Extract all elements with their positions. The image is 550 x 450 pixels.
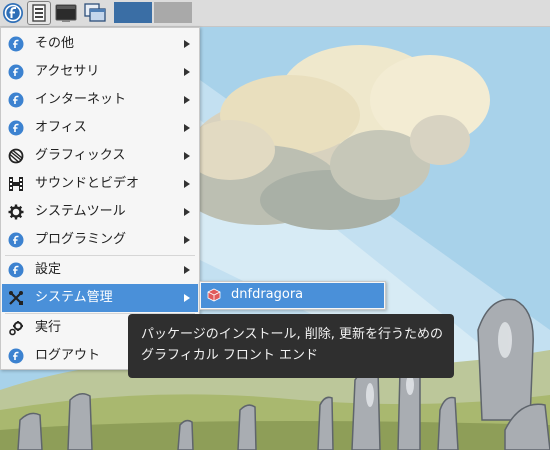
fedora-icon bbox=[8, 232, 24, 248]
fedora-icon bbox=[8, 36, 24, 52]
chevron-right-icon bbox=[184, 96, 190, 104]
film-strip-icon bbox=[8, 176, 24, 192]
workspace-1[interactable] bbox=[114, 2, 152, 23]
menu-item-label: その他 bbox=[35, 36, 75, 51]
run-gears-icon bbox=[8, 320, 24, 336]
submenu-item-dnfdragora[interactable]: dnfdragora bbox=[201, 283, 384, 308]
menu-item-other[interactable]: その他 bbox=[2, 30, 198, 58]
fedora-start-menu-icon[interactable] bbox=[1, 1, 25, 25]
fedora-icon bbox=[8, 348, 24, 364]
tooltip: パッケージのインストール, 削除, 更新を行うための グラフィカル フロント エ… bbox=[128, 314, 454, 378]
chevron-right-icon bbox=[184, 40, 190, 48]
show-desktop-icon[interactable] bbox=[83, 1, 107, 25]
menu-item-label: サウンドとビデオ bbox=[35, 176, 140, 191]
menu-item-graphics[interactable]: グラフィックス bbox=[2, 142, 198, 170]
gear-icon bbox=[8, 204, 24, 220]
chevron-right-icon bbox=[184, 294, 190, 302]
menu-item-settings[interactable]: 設定 bbox=[2, 256, 198, 284]
fedora-icon bbox=[8, 120, 24, 136]
menu-item-label: グラフィックス bbox=[35, 148, 126, 163]
menu-item-system-tools[interactable]: システムツール bbox=[2, 198, 198, 226]
menu-item-administration[interactable]: システム管理 bbox=[2, 284, 198, 312]
menu-item-label: 実行 bbox=[35, 320, 62, 335]
menu-item-accessories[interactable]: アクセサリ bbox=[2, 58, 198, 86]
chevron-right-icon bbox=[184, 236, 190, 244]
top-panel bbox=[0, 0, 550, 27]
tooltip-line-1: パッケージのインストール, 削除, 更新を行うための bbox=[141, 327, 444, 342]
tools-icon bbox=[8, 290, 24, 306]
menu-item-label: インターネット bbox=[35, 92, 127, 107]
chevron-right-icon bbox=[184, 180, 190, 188]
fedora-icon bbox=[8, 64, 24, 80]
menu-item-sound-video[interactable]: サウンドとビデオ bbox=[2, 170, 198, 198]
terminal-icon[interactable] bbox=[54, 1, 78, 25]
chevron-right-icon bbox=[184, 68, 190, 76]
submenu-item-label: dnfdragora bbox=[231, 287, 304, 302]
menu-item-label: 設定 bbox=[35, 262, 62, 277]
package-cube-icon bbox=[207, 288, 221, 302]
file-manager-icon[interactable] bbox=[27, 1, 51, 25]
menu-item-label: システムツール bbox=[35, 204, 126, 219]
administration-submenu: dnfdragora bbox=[199, 281, 386, 310]
chevron-right-icon bbox=[184, 152, 190, 160]
graphics-palette-icon bbox=[8, 148, 24, 164]
menu-item-label: アクセサリ bbox=[35, 64, 100, 79]
menu-item-label: ログアウト bbox=[35, 348, 101, 363]
chevron-right-icon bbox=[184, 208, 190, 216]
fedora-icon bbox=[8, 92, 24, 108]
chevron-right-icon bbox=[184, 266, 190, 274]
workspace-2[interactable] bbox=[154, 2, 192, 23]
menu-item-label: システム管理 bbox=[35, 290, 113, 305]
menu-item-label: プログラミング bbox=[35, 232, 127, 247]
menu-item-office[interactable]: オフィス bbox=[2, 114, 198, 142]
tooltip-line-2: グラフィカル フロント エンド bbox=[141, 348, 319, 363]
chevron-right-icon bbox=[184, 124, 190, 132]
menu-item-label: オフィス bbox=[35, 120, 87, 135]
fedora-icon bbox=[8, 262, 24, 278]
menu-item-programming[interactable]: プログラミング bbox=[2, 226, 198, 254]
menu-item-internet[interactable]: インターネット bbox=[2, 86, 198, 114]
